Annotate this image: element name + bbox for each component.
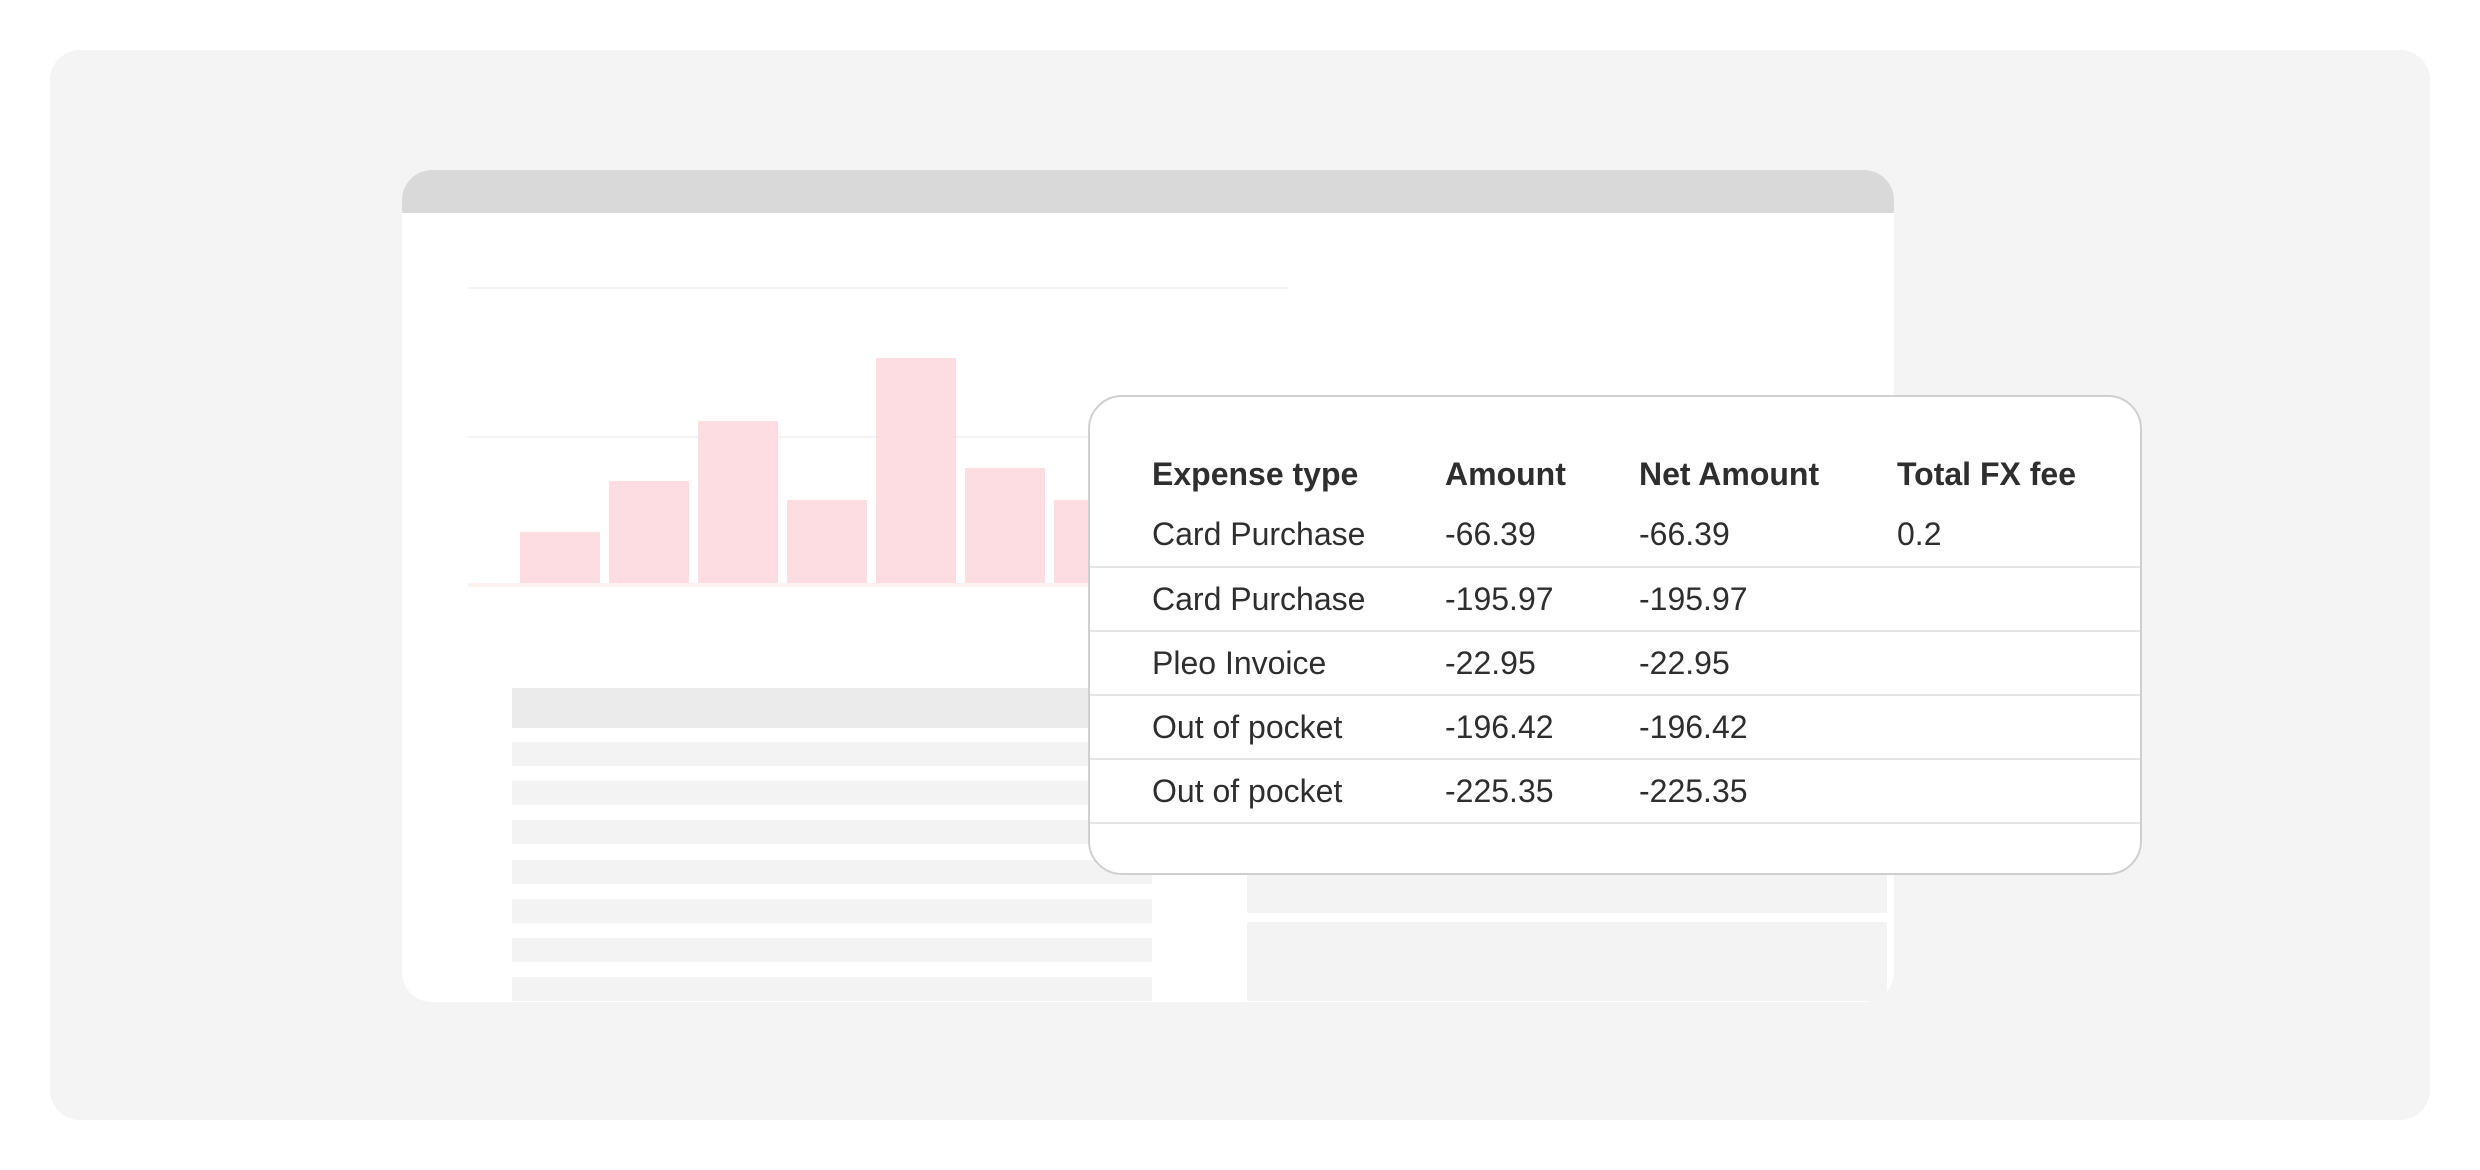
- cell-expense-type: Card Purchase: [1090, 567, 1445, 632]
- illustration-background: Expense type Amount Net Amount Total FX …: [50, 50, 2430, 1120]
- placeholder-bar: [965, 468, 1045, 583]
- cell-total-fx-fee: 0.2: [1897, 503, 2140, 568]
- cell-total-fx-fee: [1897, 567, 2140, 632]
- column-header-expense-type: Expense type: [1152, 455, 1359, 492]
- skeleton-row: [512, 938, 1152, 962]
- cell-expense-type: Out of pocket: [1090, 759, 1445, 824]
- skeleton-row: [512, 860, 1152, 884]
- cell-amount: -195.97: [1445, 567, 1639, 632]
- cell-net-amount: -22.95: [1639, 631, 1897, 696]
- placeholder-bar: [876, 358, 956, 583]
- cell-net-amount: -225.35: [1639, 759, 1897, 824]
- cell-total-fx-fee: [1897, 631, 2140, 696]
- skeleton-row: [512, 820, 1152, 844]
- column-header-net-amount: Net Amount: [1639, 455, 1820, 492]
- placeholder-bar: [609, 481, 689, 583]
- skeleton-row: [512, 781, 1152, 805]
- expense-table: Expense type Amount Net Amount Total FX …: [1090, 445, 2140, 824]
- cell-net-amount: -195.97: [1639, 567, 1897, 632]
- cell-expense-type: Out of pocket: [1090, 695, 1445, 760]
- cell-expense-type: Pleo Invoice: [1090, 631, 1445, 696]
- cell-amount: -225.35: [1445, 759, 1639, 824]
- skeleton-block: [1247, 922, 1887, 1001]
- skeleton-row: [512, 899, 1152, 923]
- cell-net-amount: -66.39: [1639, 503, 1897, 568]
- skeleton-row: [512, 977, 1152, 1001]
- skeleton-block: [1247, 873, 1887, 913]
- expense-table-card: Expense type Amount Net Amount Total FX …: [1088, 395, 2142, 875]
- table-row: Card Purchase -195.97 -195.97: [1090, 567, 2140, 632]
- skeleton-table-header: [512, 688, 1152, 728]
- table-row: Out of pocket -196.42 -196.42: [1090, 695, 2140, 760]
- cell-expense-type: Card Purchase: [1090, 503, 1445, 568]
- cell-total-fx-fee: [1897, 695, 2140, 760]
- cell-amount: -196.42: [1445, 695, 1639, 760]
- column-header-amount: Amount: [1445, 455, 1566, 492]
- skeleton-row: [512, 742, 1152, 766]
- table-header-row: Expense type Amount Net Amount Total FX …: [1090, 445, 2140, 503]
- placeholder-bar: [787, 500, 867, 583]
- placeholder-bar: [698, 421, 778, 583]
- table-row: Card Purchase -66.39 -66.39 0.2: [1090, 503, 2140, 568]
- cell-amount: -66.39: [1445, 503, 1639, 568]
- table-row: Out of pocket -225.35 -225.35: [1090, 759, 2140, 824]
- cell-total-fx-fee: [1897, 759, 2140, 824]
- column-header-total-fx-fee: Total FX fee: [1897, 455, 2076, 492]
- table-row: Pleo Invoice -22.95 -22.95: [1090, 631, 2140, 696]
- cell-amount: -22.95: [1445, 631, 1639, 696]
- cell-net-amount: -196.42: [1639, 695, 1897, 760]
- placeholder-bar: [520, 532, 600, 583]
